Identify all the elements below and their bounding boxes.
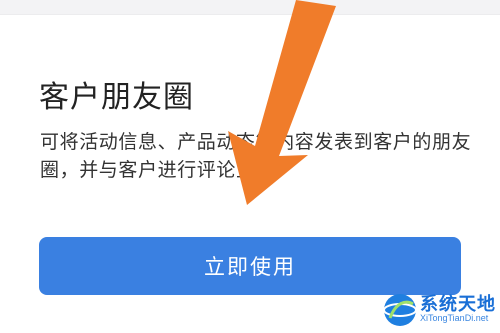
description-line: 可将活动信息、产品动态等内容发表到客户的朋友 — [40, 131, 472, 153]
watermark-domain: XiTongTianDi.net — [420, 313, 489, 323]
top-divider — [0, 0, 500, 15]
feature-description: 可将活动信息、产品动态等内容发表到客户的朋友 圈，并与客户进行评论互动。 — [40, 128, 480, 184]
use-now-button-label: 立即使用 — [204, 255, 296, 279]
page-title: 客户朋友圈 — [39, 80, 194, 115]
description-line: 圈，并与客户进行评论互动。 — [40, 159, 295, 181]
globe-logo-icon — [383, 294, 417, 326]
watermark: 系统天地 XiTongTianDi.net — [376, 286, 500, 333]
